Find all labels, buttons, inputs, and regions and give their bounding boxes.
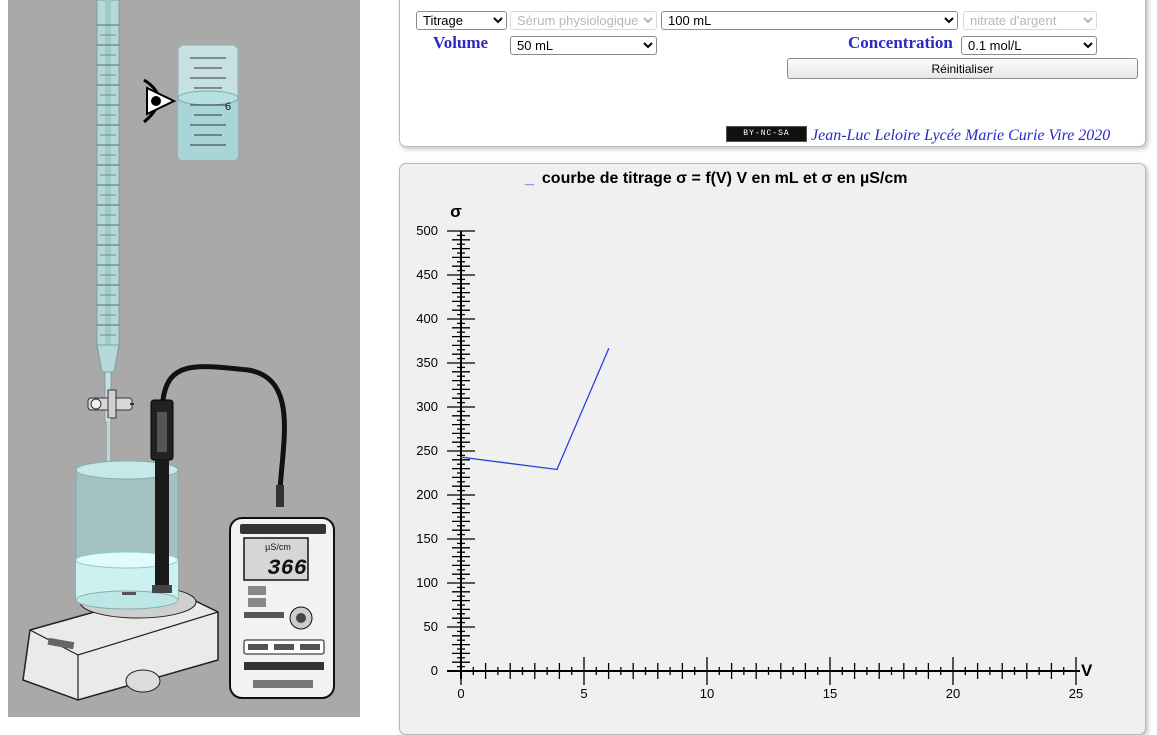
titration-curve <box>460 348 610 471</box>
y-tick-label: 150 <box>416 531 438 546</box>
data-point <box>556 468 558 471</box>
y-tick-label: 250 <box>416 443 438 458</box>
x-tick-label: 25 <box>1069 686 1083 701</box>
concentration-label: Concentration <box>848 33 953 52</box>
y-tick-label: 500 <box>416 223 438 238</box>
eye-icon <box>143 78 177 124</box>
cc-badge-text: BY-NC-SA <box>743 129 790 138</box>
graduated-cylinder-zoom: 6 <box>177 44 239 161</box>
meter-unit: µS/cm <box>265 542 291 552</box>
y-tick-label: 0 <box>431 663 438 678</box>
lab-scene: 6 µS/cm 366 <box>8 0 360 717</box>
concentration-select[interactable]: 0.1 mol/L <box>961 36 1097 55</box>
stopcock[interactable] <box>87 389 134 419</box>
burette[interactable] <box>96 0 120 423</box>
data-point <box>460 456 462 458</box>
cylinder-reading: 6 <box>225 101 231 113</box>
x-tick-label: 0 <box>457 686 464 701</box>
mode-select[interactable]: Titrage <box>416 11 507 30</box>
cc-license-badge[interactable]: BY-NC-SA <box>726 126 807 142</box>
y-tick-label: 300 <box>416 399 438 414</box>
conductimeter: µS/cm 366 <box>229 517 335 699</box>
volume-select[interactable]: 50 mL <box>510 36 657 55</box>
data-point <box>607 348 610 350</box>
y-tick-label: 350 <box>416 355 438 370</box>
x-tick-label: 20 <box>946 686 960 701</box>
x-tick-label: 5 <box>580 686 587 701</box>
control-panel: Titrage Sérum physiologique 100 mL nitra… <box>399 0 1146 147</box>
x-tick-label: 15 <box>823 686 837 701</box>
y-tick-label: 450 <box>416 267 438 282</box>
volume-label: Volume <box>433 33 489 52</box>
y-tick-label: 50 <box>424 619 438 634</box>
solution-select[interactable]: Sérum physiologique <box>510 11 657 30</box>
author-credit: Jean-Luc Leloire Lycée Marie Curie Vire … <box>811 127 1111 144</box>
beaker-volume-select[interactable]: 100 mL <box>661 11 958 30</box>
x-axis-label: V <box>1081 661 1093 680</box>
graph-panel: _ courbe de titrage σ = f(V) V en mL et σ… <box>399 163 1146 735</box>
y-axis-label: σ <box>450 202 462 221</box>
y-tick-label: 100 <box>416 575 438 590</box>
titration-chart: 0 5 10 15 20 25050100150200250300350400450500… <box>416 202 1093 701</box>
meter-value: 366 <box>267 556 307 581</box>
lab-illustration: 6 µS/cm 366 <box>22 0 335 701</box>
reagent-select[interactable]: nitrate d'argent <box>963 11 1097 30</box>
y-tick-label: 200 <box>416 487 438 502</box>
y-tick-label: 400 <box>416 311 438 326</box>
x-tick-label: 10 <box>700 686 714 701</box>
reset-button[interactable]: Réinitialiser <box>787 58 1138 79</box>
